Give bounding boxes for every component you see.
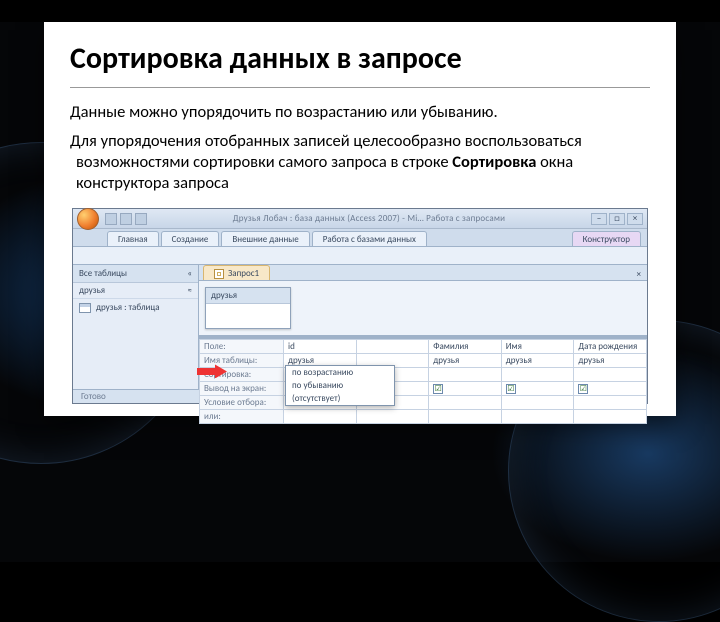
grid-label-field: Поле: [200, 340, 284, 354]
grid-cell[interactable]: ☑ [501, 382, 574, 396]
grid-cell[interactable] [574, 410, 647, 424]
checkbox-icon[interactable]: ☑ [433, 384, 443, 394]
grid-cell-sort[interactable] [501, 368, 574, 382]
grid-cell[interactable]: друзья [501, 354, 574, 368]
access-client-area: Все таблицы « друзья ≈ друзья : таблица … [73, 265, 647, 389]
ribbon-tab-design[interactable]: Конструктор [572, 231, 641, 246]
slide-paragraph-1: Данные можно упорядочить по возрастанию … [70, 102, 650, 123]
slide-title: Сортировка данных в запросе [70, 40, 650, 88]
maximize-button[interactable]: □ [609, 213, 625, 225]
grid-cell[interactable]: Имя [501, 340, 574, 354]
grid-cell[interactable] [574, 396, 647, 410]
sort-option[interactable]: (отсутствует) [286, 392, 394, 405]
sort-dropdown[interactable]: по возрастанию по убыванию (отсутствует) [285, 365, 395, 406]
document-tabs: Запрос1 × [199, 265, 647, 281]
grid-cell[interactable] [429, 410, 502, 424]
table-icon [79, 303, 91, 313]
doc-tab-query[interactable]: Запрос1 [203, 265, 270, 280]
close-button[interactable]: × [627, 213, 643, 225]
grid-cell[interactable] [356, 340, 429, 354]
grid-cell-sort[interactable] [429, 368, 502, 382]
navigation-pane: Все таблицы « друзья ≈ друзья : таблица [73, 265, 199, 389]
qat-save-icon[interactable] [105, 213, 117, 225]
grid-cell-sort[interactable] [574, 368, 647, 382]
doc-tab-close-icon[interactable]: × [631, 269, 647, 280]
grid-row-criteria: Условие отбора: [200, 396, 647, 410]
sort-option[interactable]: по убыванию [286, 379, 394, 392]
grid-cell[interactable]: Дата рождения [574, 340, 647, 354]
grid-row-sort: Сортировка: [200, 368, 647, 382]
grid-cell[interactable]: ☑ [574, 382, 647, 396]
grid-cell[interactable]: друзья [574, 354, 647, 368]
nav-item-table[interactable]: друзья : таблица [73, 299, 198, 316]
grid-label-or: или: [200, 410, 284, 424]
nav-group-label: друзья [79, 285, 105, 296]
query-design-upper: друзья [199, 281, 647, 338]
minimize-button[interactable]: – [591, 213, 607, 225]
ribbon-tab-dbtools[interactable]: Работа с базами данных [312, 231, 427, 246]
ribbon-tab-create[interactable]: Создание [161, 231, 220, 246]
slide-paragraph-2: Для упорядочения отобранных записей целе… [70, 131, 650, 194]
grid-row-table: Имя таблицы: друзья друзья друзья друзья [200, 354, 647, 368]
grid-row-or: или: [200, 410, 647, 424]
ribbon-tab-home[interactable]: Главная [107, 231, 159, 246]
slide-content-box: Сортировка данных в запросе Данные можно… [44, 22, 676, 416]
document-area: Запрос1 × друзья Поле: [199, 265, 647, 389]
doc-tab-label: Запрос1 [228, 268, 259, 279]
window-controls: – □ × [591, 213, 643, 225]
nav-collapse-icon[interactable]: « [187, 268, 192, 279]
access-titlebar: Друзья Лобач : база данных (Access 2007)… [73, 209, 647, 229]
grid-row-field: Поле: id Фамилия Имя Дата рождения [200, 340, 647, 354]
window-title: Друзья Лобач : база данных (Access 2007)… [147, 213, 591, 224]
para2-bold: Сортировка [452, 152, 536, 172]
grid-row-show: Вывод на экран: ☑ ☑ ☑ ☑ ☑ [200, 382, 647, 396]
grid-cell[interactable] [284, 410, 357, 424]
checkbox-icon[interactable]: ☑ [578, 384, 588, 394]
grid-cell[interactable]: id [284, 340, 357, 354]
grid-cell[interactable] [501, 396, 574, 410]
status-left: Готово [81, 391, 106, 402]
checkbox-icon[interactable]: ☑ [506, 384, 516, 394]
field-list[interactable]: друзья [205, 287, 291, 329]
grid-cell[interactable]: ☑ [429, 382, 502, 396]
nav-pane-header[interactable]: Все таблицы « [73, 265, 198, 283]
qat-redo-icon[interactable] [135, 213, 147, 225]
qat-undo-icon[interactable] [120, 213, 132, 225]
field-list-title: друзья [206, 288, 290, 304]
nav-header-label: Все таблицы [79, 268, 127, 279]
grid-label-table: Имя таблицы: [200, 354, 284, 368]
ribbon-tab-external[interactable]: Внешние данные [221, 231, 309, 246]
ribbon-body [73, 247, 647, 265]
nav-group-chevron-icon: ≈ [188, 285, 192, 296]
grid-cell[interactable]: друзья [429, 354, 502, 368]
nav-item-label: друзья : таблица [96, 302, 160, 313]
quick-access-toolbar [105, 213, 147, 225]
query-icon [214, 269, 224, 279]
grid-label-criteria: Условие отбора: [200, 396, 284, 410]
grid-cell[interactable]: Фамилия [429, 340, 502, 354]
ribbon-tabs: Главная Создание Внешние данные Работа с… [73, 229, 647, 247]
grid-cell[interactable] [356, 410, 429, 424]
nav-group-header[interactable]: друзья ≈ [73, 283, 198, 299]
access-window: Друзья Лобач : база данных (Access 2007)… [72, 208, 648, 404]
office-orb-button[interactable] [77, 208, 99, 230]
grid-label-show: Вывод на экран: [200, 382, 284, 396]
grid-cell[interactable] [429, 396, 502, 410]
sort-option[interactable]: по возрастанию [286, 366, 394, 379]
grid-cell[interactable] [501, 410, 574, 424]
field-list-body [206, 304, 290, 328]
qbe-grid: Поле: id Фамилия Имя Дата рождения Имя т… [199, 338, 647, 424]
